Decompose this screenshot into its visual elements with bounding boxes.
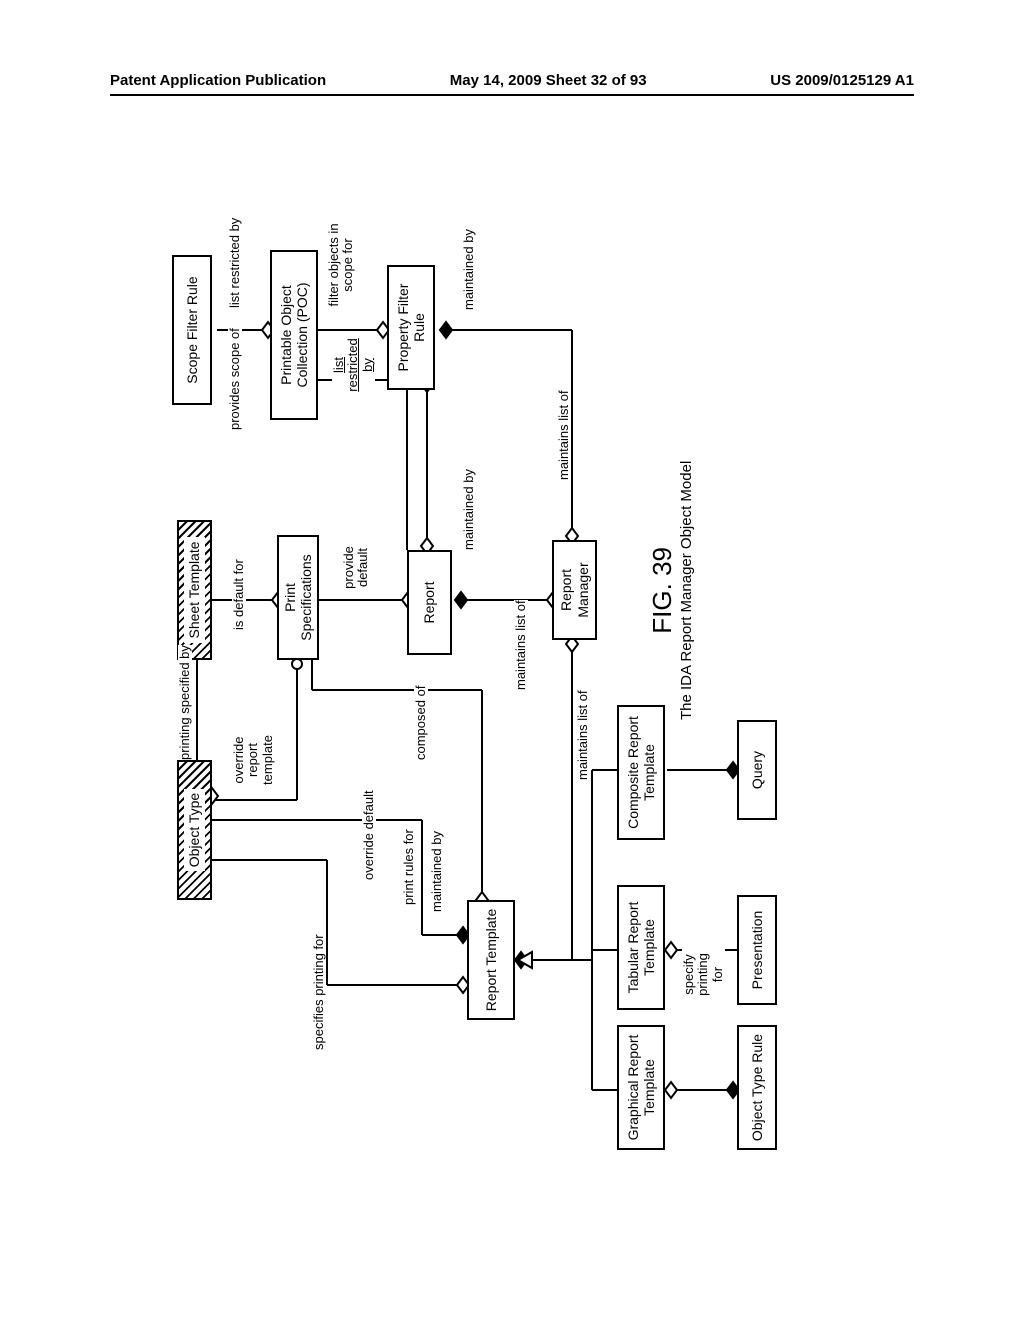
edge-maintained-by-rt: maintained by	[430, 831, 444, 912]
lbl-report: Report	[421, 581, 437, 623]
figure-number: FIG. 39	[647, 461, 678, 720]
edge-provide-default: provide default	[342, 540, 371, 595]
edge-maintains-list-of-pfr: maintains list of	[557, 390, 571, 480]
box-print-specs: Print Specifications	[277, 535, 319, 660]
box-sheet-template: Sheet Template	[177, 520, 212, 660]
edge-maintains-list-of-r: maintains list of	[514, 600, 528, 690]
box-scope-filter-rule: Scope Filter Rule	[172, 255, 212, 405]
lbl-object-type-rule: Object Type Rule	[749, 1034, 765, 1141]
header-right: US 2009/0125129 A1	[770, 72, 914, 89]
lbl-object-type: Object Type	[184, 789, 204, 871]
box-composite-rt: Composite Report Template	[617, 705, 665, 840]
page: Patent Application Publication May 14, 2…	[0, 0, 1024, 1320]
lbl-report-template: Report Template	[483, 909, 499, 1011]
figure-caption: The IDA Report Manager Object Model	[678, 461, 695, 720]
header-center: May 14, 2009 Sheet 32 of 93	[450, 72, 647, 89]
edge-maintains-list-of-rt: maintains list of	[576, 690, 590, 780]
lbl-sheet-template: Sheet Template	[184, 537, 204, 642]
box-presentation: Presentation	[737, 895, 777, 1005]
edge-is-default-for: is default for	[232, 559, 246, 630]
edge-print-rules-for: print rules for	[402, 829, 416, 905]
lbl-poc: Printable Object Collection (POC)	[278, 258, 310, 412]
box-tabular-rt: Tabular Report Template	[617, 885, 665, 1010]
edge-filter-objects: filter objects in scope for	[327, 220, 356, 310]
edge-maintained-by-pfr: maintained by	[462, 229, 476, 310]
underline-list: list restricted by	[331, 338, 375, 391]
edge-composed-of: composed of	[414, 686, 428, 760]
lbl-print-specs: Print Specifications	[282, 543, 314, 652]
edge-list-restricted-by2: list restricted by	[332, 335, 375, 395]
lbl-composite-rt: Composite Report Template	[625, 713, 657, 832]
box-report: Report	[407, 550, 452, 655]
box-property-filter-rule: Property Filter Rule	[387, 265, 435, 390]
page-header: Patent Application Publication May 14, 2…	[110, 72, 914, 96]
edge-provides-scope-of: provides scope of	[228, 328, 242, 430]
box-query: Query	[737, 720, 777, 820]
edge-maintained-by-r: maintained by	[462, 469, 476, 550]
lbl-tabular-rt: Tabular Report Template	[625, 893, 657, 1002]
edge-override-default: override default	[362, 790, 376, 880]
edge-specifies-printing-for: specifies printing for	[312, 934, 326, 1050]
header-left: Patent Application Publication	[110, 72, 326, 89]
edge-list-restricted-by: list restricted by	[228, 218, 242, 308]
box-object-type: Object Type	[177, 760, 212, 900]
box-report-template: Report Template	[467, 900, 515, 1020]
diagram-area: Object Type Sheet Template Scope Filter …	[162, 160, 862, 1160]
lbl-query: Query	[749, 751, 765, 789]
lbl-property-filter-rule: Property Filter Rule	[395, 273, 427, 382]
lbl-graphical-rt: Graphical Report Template	[625, 1033, 657, 1142]
lbl-report-manager: Report Manager	[558, 548, 590, 632]
figure-caption-block: FIG. 39 The IDA Report Manager Object Mo…	[647, 461, 695, 720]
box-poc: Printable Object Collection (POC)	[270, 250, 318, 420]
edge-printing-specified-by: printing specified by	[178, 645, 192, 760]
edge-specify-printing-for: specify printing for	[682, 947, 725, 1002]
box-report-manager: Report Manager	[552, 540, 597, 640]
box-object-type-rule: Object Type Rule	[737, 1025, 777, 1150]
lbl-presentation: Presentation	[749, 911, 765, 990]
box-graphical-rt: Graphical Report Template	[617, 1025, 665, 1150]
lbl-scope-filter-rule: Scope Filter Rule	[184, 276, 200, 383]
edge-override-report-template: override report template	[232, 725, 275, 795]
